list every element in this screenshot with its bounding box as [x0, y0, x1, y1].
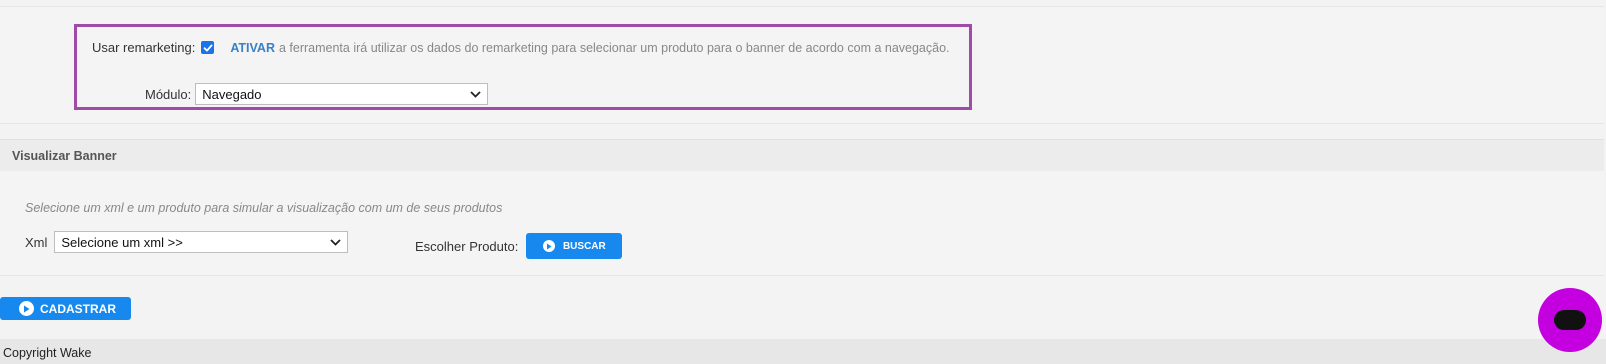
remarketing-description: a ferramenta irá utilizar os dados do re… [278, 40, 950, 55]
remarketing-checkbox[interactable] [201, 41, 215, 54]
preview-section-body: Selecione um xml e um produto para simul… [0, 171, 1604, 276]
search-button[interactable]: BUSCAR [526, 233, 623, 259]
copyright-text: Copyright Wake [3, 346, 92, 360]
product-row: Escolher Produto: BUSCAR [415, 233, 623, 259]
preview-hint: Selecione um xml e um produto para simul… [25, 201, 503, 215]
chat-icon [1554, 310, 1586, 330]
xml-select-value: Selecione um xml >> [61, 234, 183, 250]
product-label: Escolher Produto: [415, 238, 519, 254]
remarketing-label: Usar remarketing: [92, 40, 196, 55]
module-select[interactable]: Navegado [195, 83, 489, 105]
submit-button-label: CADASTRAR [40, 301, 116, 316]
module-row: Módulo: Navegado [145, 83, 489, 105]
highlight-frame: Usar remarketing: ATIVAR a ferramenta ir… [74, 24, 972, 110]
chat-button[interactable] [1538, 288, 1602, 352]
chevron-down-icon [330, 238, 342, 246]
check-icon [203, 44, 213, 51]
preview-section-header: Visualizar Banner [0, 139, 1604, 172]
chevron-down-icon [470, 90, 481, 98]
xml-select[interactable]: Selecione um xml >> [54, 231, 349, 253]
remarketing-row: Usar remarketing: ATIVAR a ferramenta ir… [92, 40, 950, 55]
xml-row: Xml Selecione um xml >> [25, 231, 349, 253]
submit-button[interactable]: CADASTRAR [0, 297, 131, 320]
ativar-label: ATIVAR [230, 40, 275, 55]
search-button-label: BUSCAR [562, 240, 606, 252]
play-circle-icon [19, 301, 34, 316]
play-circle-icon [542, 240, 555, 252]
footer: Copyright Wake [0, 339, 1606, 364]
module-label: Módulo: [145, 86, 192, 102]
module-select-value: Navegado [202, 86, 262, 102]
xml-label: Xml [25, 234, 48, 250]
preview-section-title: Visualizar Banner [12, 149, 117, 163]
remarketing-panel: Usar remarketing: ATIVAR a ferramenta ir… [0, 6, 1604, 124]
